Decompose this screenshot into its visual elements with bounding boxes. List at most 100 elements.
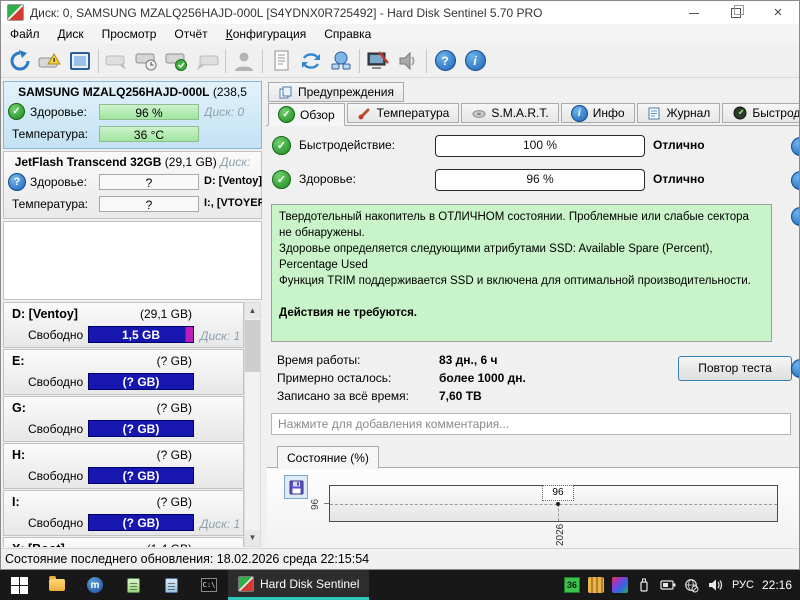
sound-icon[interactable] [393, 47, 423, 75]
stat-row: Примерно осталось: более 1000 дн. [277, 371, 526, 385]
menu-file[interactable]: Файл [1, 25, 49, 43]
action-text: Действия не требуются. [279, 307, 417, 319]
disk-accept-icon[interactable] [162, 47, 192, 75]
disk-warning-icon[interactable] [35, 47, 65, 75]
health-label: Здоровье: [30, 105, 87, 119]
disk-undo-icon[interactable] [192, 47, 222, 75]
disk-panel-jetflash[interactable]: JetFlash Transcend 32GB (29,1 GB) Диск: … [3, 151, 262, 219]
tab-temperature[interactable]: Температура [346, 103, 460, 123]
title-bar: Диск: 0, SAMSUNG MZALQ256HAJD-000L [S4YD… [1, 1, 799, 24]
volume-row-h[interactable]: H: (? GB) Свободно (? GB) [3, 443, 244, 489]
volume-icon[interactable] [708, 577, 724, 593]
app-icon [7, 4, 24, 21]
save-chart-button[interactable] [284, 475, 308, 499]
volume-row-g[interactable]: G: (? GB) Свободно (? GB) [3, 396, 244, 442]
menu-view[interactable]: Просмотр [93, 25, 166, 43]
health-row: ✓ Здоровье: 96 % Отлично [272, 169, 792, 191]
taskbar: m C:\ Hard Disk Sentinel 36 РУС 22:16 [0, 570, 800, 600]
disk-remove-icon[interactable] [102, 47, 132, 75]
info-icon[interactable]: i [460, 47, 490, 75]
description-line: Функция TRIM поддерживается SSD и включе… [279, 275, 751, 287]
performance-status: Отлично [653, 138, 705, 152]
disk-title: SAMSUNG MZALQ256HAJD-000L (238,5 [18, 85, 247, 99]
toolbar-separator [225, 48, 226, 73]
refresh-icon[interactable] [5, 47, 35, 75]
gradient-app-icon[interactable] [611, 577, 628, 593]
volume-row-e[interactable]: E: (? GB) Свободно (? GB) [3, 349, 244, 395]
volume-scrollbar[interactable]: ▲ ▼ [244, 302, 261, 547]
cmd-button[interactable]: C:\ [190, 570, 228, 600]
battery-icon[interactable] [660, 577, 676, 593]
info-edge-icon[interactable]: i [791, 359, 799, 378]
restore-icon [731, 4, 744, 18]
help-icon[interactable]: ? [430, 47, 460, 75]
network-icon[interactable] [326, 47, 356, 75]
health-bar: ? [99, 174, 199, 190]
free-space-bar: (? GB) [88, 420, 194, 437]
disk-clock-icon[interactable] [132, 47, 162, 75]
clock[interactable]: 22:16 [762, 578, 792, 592]
hds-temp-tray-icon[interactable]: 36 [563, 577, 580, 593]
comment-input[interactable] [271, 413, 791, 435]
chart-panel: 96 96 2026 [267, 467, 799, 549]
explorer-icon [49, 576, 65, 591]
tab-overview[interactable]: ✓ Обзор [268, 103, 345, 126]
info-icon: i [570, 104, 588, 122]
close-button[interactable]: × [757, 1, 799, 24]
start-button[interactable] [0, 570, 38, 600]
user-icon[interactable] [229, 47, 259, 75]
usb-icon[interactable] [636, 577, 652, 593]
disk-panel-samsung[interactable]: SAMSUNG MZALQ256HAJD-000L (238,5 ✓ Здоро… [3, 81, 262, 149]
menu-configuration[interactable]: Конфигурация [217, 25, 316, 43]
info-edge-icon[interactable]: i [791, 207, 799, 226]
disk-number: Диск: 0 [204, 105, 245, 119]
notepad-blue-button[interactable] [152, 570, 190, 600]
check-icon: ✓ [8, 103, 25, 120]
no-internet-icon[interactable] [684, 577, 700, 593]
info-edge-icon[interactable]: i [791, 137, 799, 156]
report-icon[interactable] [266, 47, 296, 75]
status-bar: Состояние последнего обновления: 18.02.2… [1, 548, 799, 569]
tab-log[interactable]: Журнал [636, 103, 721, 123]
temp-label: Температура: [12, 197, 89, 211]
info-edge-icon[interactable]: i [791, 171, 799, 190]
chart-tab[interactable]: Состояние (%) [277, 446, 379, 469]
gridline [330, 503, 777, 505]
explorer-button[interactable] [38, 570, 76, 600]
scroll-up-icon[interactable]: ▲ [245, 303, 260, 319]
volume-row-x[interactable]: X: [Boot] (1,4 GB) [3, 537, 244, 547]
sync-icon[interactable] [296, 47, 326, 75]
save-floppy-icon [289, 480, 303, 494]
menu-disk[interactable]: Диск [49, 25, 93, 43]
volume-row-i[interactable]: I: (? GB) Свободно (? GB) Диск: 1 [3, 490, 244, 536]
free-space-bar: (? GB) [88, 514, 194, 531]
taskbar-app-label: Hard Disk Sentinel [260, 576, 360, 591]
test-monitor-icon[interactable] [363, 47, 393, 75]
retest-button[interactable]: Повтор теста [678, 356, 792, 381]
volume-ref: I:, [VTOYEFI [204, 197, 262, 209]
status-description: Твердотельный накопитель в ОТЛИЧНОМ сост… [271, 204, 772, 342]
free-space-bar: (? GB) [88, 373, 194, 390]
tab-warnings[interactable]: Предупреждения [268, 82, 404, 102]
taskbar-app-hds[interactable]: Hard Disk Sentinel [228, 570, 370, 600]
scroll-down-icon[interactable]: ▼ [245, 530, 260, 546]
tab-performance[interactable]: Быстродействие [722, 103, 799, 123]
orange-app-icon[interactable] [587, 577, 604, 593]
scroll-thumb[interactable] [245, 320, 260, 372]
minimize-button[interactable] [673, 1, 715, 24]
check-icon: ✓ [278, 106, 295, 123]
tab-info[interactable]: i Инфо [560, 103, 635, 123]
menu-report[interactable]: Отчёт [165, 25, 216, 43]
stat-row: Время работы: 83 дн., 6 ч [277, 353, 498, 367]
notepad-green-button[interactable] [114, 570, 152, 600]
volume-row-d[interactable]: D: [Ventoy] (29,1 GB) Свободно 1,5 GB Ди… [3, 302, 244, 348]
restore-button[interactable] [715, 1, 757, 24]
m-app-button[interactable]: m [76, 570, 114, 600]
menu-help[interactable]: Справка [315, 25, 380, 43]
language-indicator[interactable]: РУС [732, 579, 754, 591]
performance-label: Быстродействие: [299, 138, 396, 152]
hds-app-icon [238, 575, 254, 592]
disk-surface-icon[interactable] [65, 47, 95, 75]
thermometer-icon [357, 106, 372, 121]
tab-smart[interactable]: S.M.A.R.T. [461, 103, 559, 123]
